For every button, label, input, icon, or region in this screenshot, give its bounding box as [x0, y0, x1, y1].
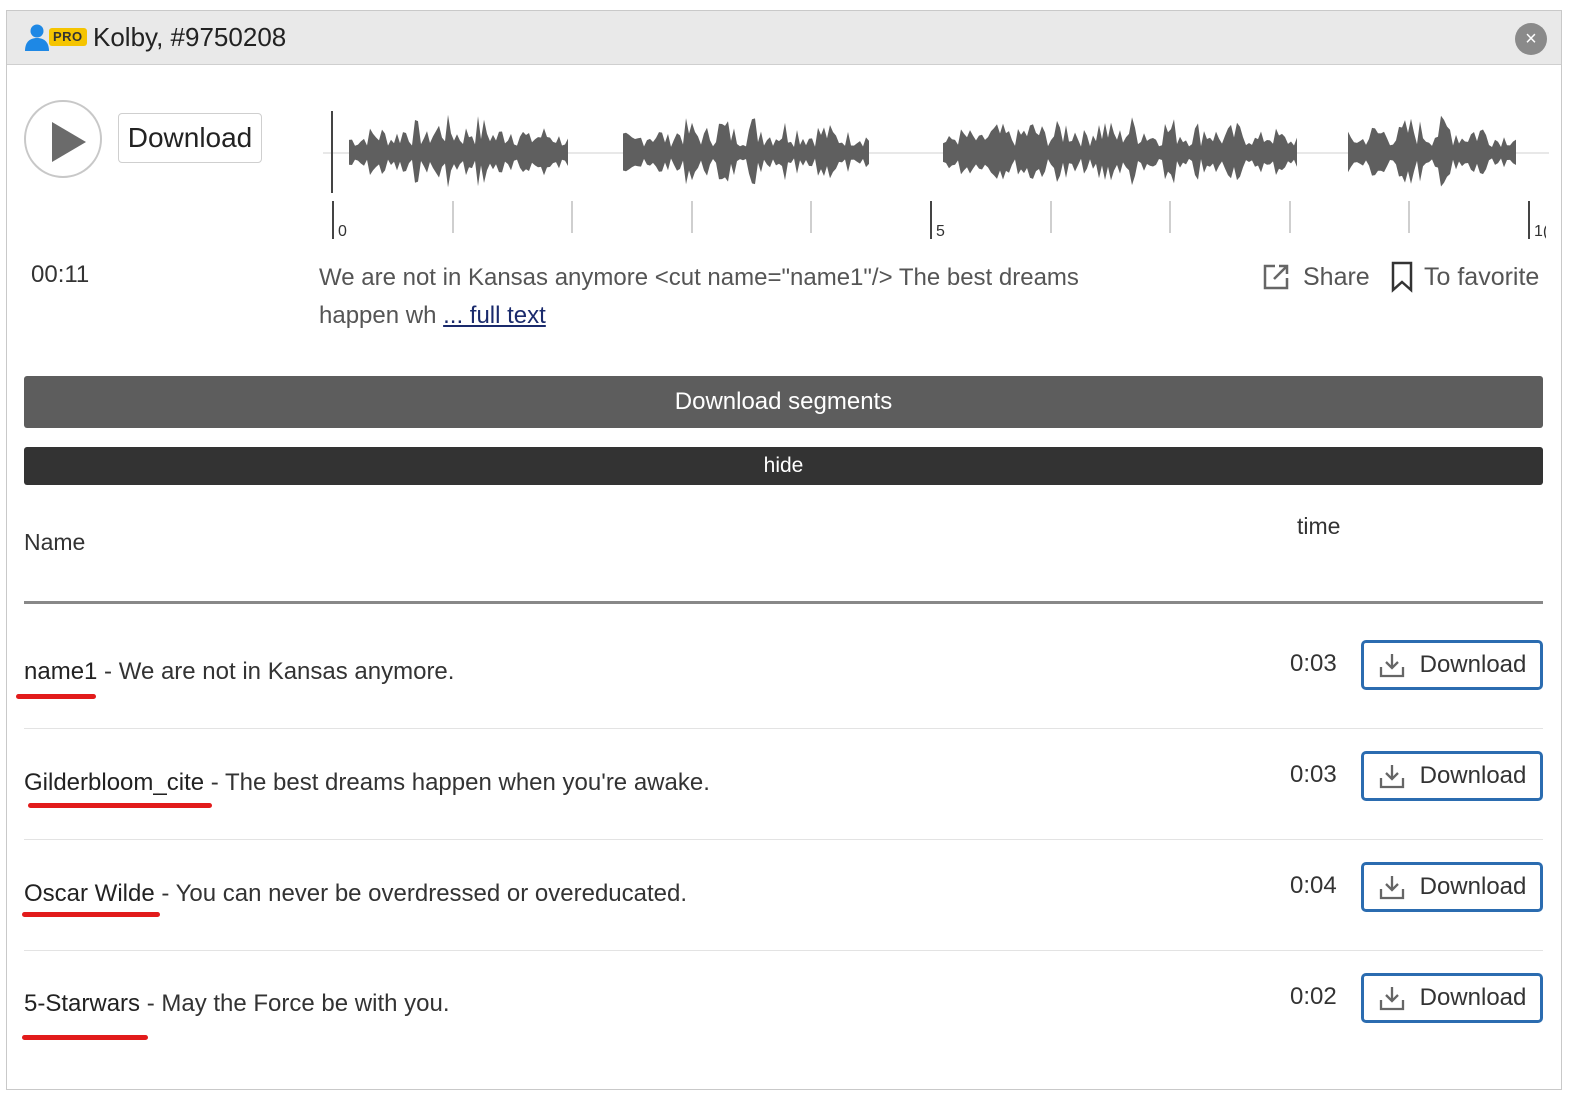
share-button[interactable]: Share — [1261, 259, 1370, 295]
waveform-segment — [623, 118, 869, 185]
segment-name: name1 — [24, 658, 98, 685]
download-icon — [1379, 654, 1404, 678]
segment-row: Gilderbloom_cite - The best dreams happe… — [24, 729, 1543, 840]
segment-download-button[interactable]: Download — [1361, 973, 1543, 1023]
segment-label: name1 - We are not in Kansas anymore. — [24, 658, 454, 686]
dialog-titlebar: PRO Kolby, #9750208 × — [7, 11, 1561, 65]
segment-label: Oscar Wilde - You can never be overdress… — [24, 880, 687, 908]
timeline-label: 1( — [1534, 223, 1546, 240]
download-label: Download — [1419, 984, 1527, 1011]
annotation-underline — [22, 912, 160, 917]
user-icon — [25, 24, 49, 51]
segment-text: - We are not in Kansas anymore. — [97, 658, 455, 685]
full-text-link[interactable]: ... full text — [443, 302, 546, 329]
share-icon — [1263, 264, 1289, 290]
timeline-ruler[interactable]: 0 5 1( — [323, 201, 1549, 245]
timeline-label: 5 — [936, 223, 945, 240]
text-preview: We are not in Kansas anymore <cut name="… — [319, 259, 1119, 335]
timeline-tick — [571, 201, 574, 233]
column-header-time: time — [1297, 513, 1341, 539]
pro-badge: PRO — [49, 28, 87, 46]
timeline-tick — [1408, 201, 1411, 233]
timeline-tick — [1528, 201, 1530, 239]
waveform-segment — [1348, 115, 1516, 187]
segment-name: Oscar Wilde — [24, 880, 155, 907]
segment-time: 0:02 — [1290, 983, 1337, 1010]
preview-text: We are not in Kansas anymore <cut name="… — [319, 264, 1079, 329]
annotation-underline — [16, 694, 96, 699]
segment-dialog: PRO Kolby, #9750208 × Download 0 5 1( 00:1… — [6, 10, 1562, 1090]
waveform-segment — [349, 114, 568, 188]
segment-download-button[interactable]: Download — [1361, 862, 1543, 912]
segment-label: 5-Starwars - May the Force be with you. — [24, 990, 450, 1018]
segment-time: 0:04 — [1290, 872, 1337, 899]
timeline-tick — [451, 201, 454, 233]
timeline-label: 0 — [338, 223, 347, 240]
segment-row: 5-Starwars - May the Force be with you. … — [22, 951, 1543, 1062]
segment-text: - The best dreams happen when you're awa… — [204, 769, 710, 796]
timeline-tick — [690, 201, 693, 233]
header-divider — [24, 601, 1543, 604]
hide-button[interactable]: hide — [24, 447, 1543, 485]
download-icon — [1379, 876, 1404, 900]
dialog-title: Kolby, #9750208 — [93, 22, 287, 52]
waveform-segment — [943, 117, 1297, 186]
segment-name: 5-Starwars — [24, 990, 141, 1017]
segment-label: Gilderbloom_cite - The best dreams happe… — [24, 769, 710, 797]
download-label: Download — [1419, 762, 1527, 789]
timeline-tick — [810, 201, 813, 233]
timeline-tick — [1049, 201, 1052, 233]
segment-text: - You can never be overdressed or overed… — [154, 880, 688, 907]
segment-download-button[interactable]: Download — [1361, 640, 1543, 690]
share-label: Share — [1303, 262, 1370, 291]
timeline-tick — [332, 201, 334, 239]
download-icon — [1379, 765, 1404, 789]
segment-name: Gilderbloom_cite — [24, 769, 205, 796]
column-header-name: Name — [24, 529, 86, 555]
segment-row: name1 - We are not in Kansas anymore. 0:… — [16, 618, 1543, 729]
segment-row: Oscar Wilde - You can never be overdress… — [22, 840, 1543, 951]
timeline-tick — [1288, 201, 1291, 233]
play-icon — [52, 122, 86, 162]
favorite-label: To favorite — [1424, 262, 1540, 291]
download-segments-button[interactable]: Download segments — [24, 376, 1543, 428]
segment-download-button[interactable]: Download — [1361, 751, 1543, 801]
download-icon — [1379, 987, 1404, 1011]
segment-text: - May the Force be with you. — [140, 990, 450, 1017]
audio-duration: 00:11 — [31, 261, 90, 288]
timeline-tick — [930, 201, 932, 239]
bookmark-icon — [1391, 261, 1413, 293]
segment-time: 0:03 — [1290, 650, 1337, 677]
favorite-button[interactable]: To favorite — [1390, 259, 1539, 295]
close-button[interactable]: × — [1515, 23, 1547, 55]
segment-time: 0:03 — [1290, 761, 1337, 788]
annotation-underline — [28, 803, 212, 808]
download-label: Download — [1419, 651, 1527, 678]
audio-waveform[interactable] — [323, 97, 1549, 193]
download-label: Download — [1419, 873, 1527, 900]
audio-download-button[interactable]: Download — [118, 113, 262, 163]
play-button[interactable] — [24, 100, 102, 178]
annotation-underline — [22, 1035, 148, 1040]
timeline-tick — [1169, 201, 1172, 233]
